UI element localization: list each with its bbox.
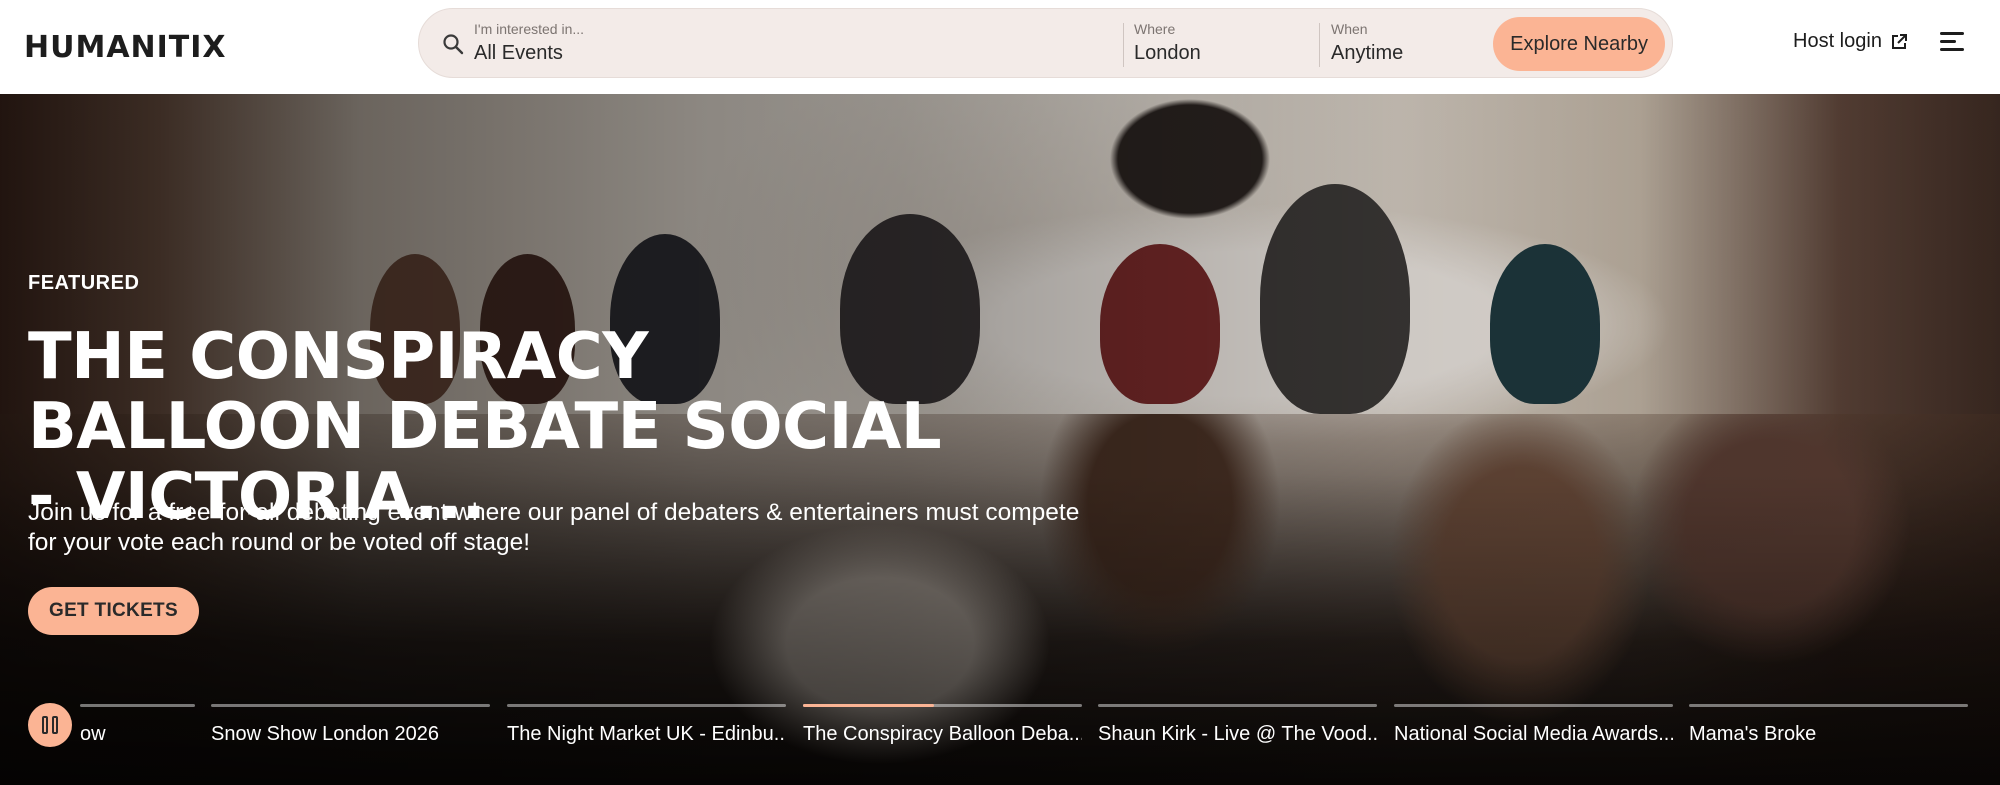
slide-label: National Social Media Awards... — [1394, 723, 1673, 745]
search-divider — [1319, 23, 1320, 67]
slide-label: Mama's Broke — [1689, 723, 1817, 745]
carousel-slide[interactable]: Shaun Kirk - Live @ The Vood... — [1098, 704, 1377, 746]
when-field[interactable]: When Anytime — [1331, 21, 1403, 65]
search-icon — [443, 34, 464, 55]
featured-hero: FEATURED THE CONSPIRACY BALLOON DEBATE S… — [0, 94, 2000, 785]
slide-progress-track — [80, 704, 195, 707]
slide-label: Shaun Kirk - Live @ The Vood... — [1098, 723, 1377, 745]
explore-nearby-button[interactable]: Explore Nearby — [1493, 17, 1665, 71]
host-login-label: Host login — [1793, 30, 1882, 52]
slide-label: The Conspiracy Balloon Deba... — [803, 723, 1082, 745]
where-label: Where — [1134, 21, 1176, 37]
slide-label: The Night Market UK - Edinbu... — [507, 723, 786, 745]
humanitix-logo[interactable]: HUMANITIX — [24, 30, 227, 65]
carousel-slide[interactable]: Mama's Broke — [1689, 704, 1968, 746]
slide-progress-track — [1098, 704, 1377, 707]
search-divider — [1123, 23, 1124, 67]
carousel-slide[interactable]: National Social Media Awards... — [1394, 704, 1673, 746]
external-link-icon — [1891, 33, 1907, 49]
where-field[interactable]: Where London — [1134, 21, 1201, 65]
carousel-slide[interactable]: The Conspiracy Balloon Deba... — [803, 704, 1082, 746]
slide-label: Snow Show London 2026 — [211, 723, 439, 745]
slide-progress-fill — [803, 704, 935, 707]
slide-progress-track — [1394, 704, 1673, 707]
slide-progress-track — [1689, 704, 1968, 707]
slide-label: ow — [80, 723, 106, 745]
carousel-slide[interactable]: The Night Market UK - Edinbu... — [507, 704, 786, 746]
top-nav: HUMANITIX I'm interested in... All Event… — [0, 0, 2000, 94]
pause-icon[interactable] — [28, 703, 72, 747]
when-value[interactable]: Anytime — [1331, 42, 1403, 65]
slide-progress-track — [211, 704, 490, 707]
interest-value[interactable]: All Events — [474, 42, 1074, 65]
carousel-slide[interactable]: ow — [80, 704, 195, 746]
slide-progress-track — [803, 704, 1082, 707]
hamburger-menu-icon[interactable] — [1940, 32, 1964, 52]
when-label: When — [1331, 21, 1368, 37]
where-value[interactable]: London — [1134, 42, 1201, 65]
host-login-link[interactable]: Host login — [1793, 30, 1908, 53]
interest-label: I'm interested in... — [474, 21, 585, 37]
featured-label: FEATURED — [28, 272, 140, 294]
carousel-slide[interactable]: Snow Show London 2026 — [211, 704, 490, 746]
get-tickets-button[interactable]: GET TICKETS — [28, 587, 199, 635]
slide-progress-track — [507, 704, 786, 707]
event-search-bar[interactable]: I'm interested in... All Events Where Lo… — [418, 8, 1673, 78]
event-description: Join us for a free-for-all debating even… — [28, 499, 1080, 556]
interest-field[interactable]: I'm interested in... All Events — [474, 21, 1074, 65]
